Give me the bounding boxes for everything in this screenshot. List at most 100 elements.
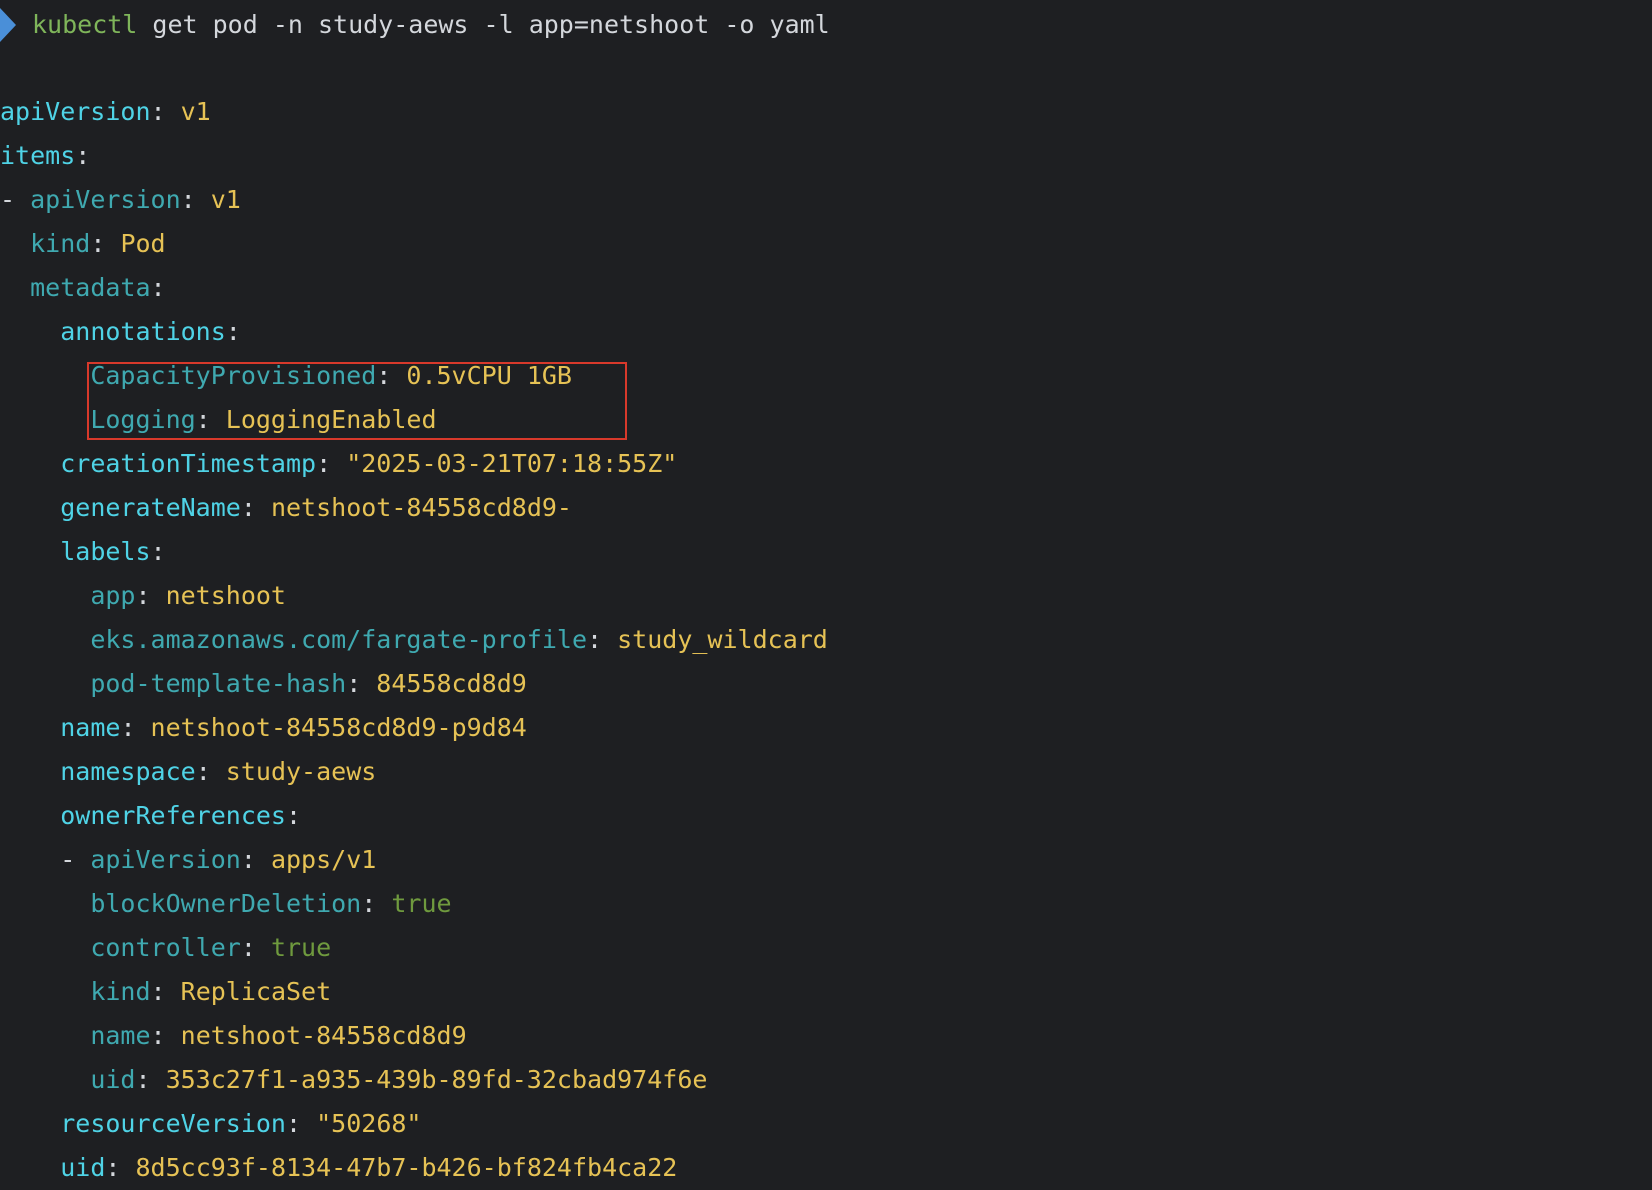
yaml-line: uid: 8d5cc93f-8134-47b7-b426-bf824fb4ca2… (0, 1146, 828, 1190)
yaml-value: netshoot-84558cd8d9- (270, 493, 572, 522)
yaml-key: eks.amazonaws.com/fargate-profile (90, 625, 588, 654)
yaml-separator: : (286, 1109, 317, 1138)
yaml-indent (0, 625, 90, 654)
yaml-separator: : (376, 361, 407, 390)
yaml-line: blockOwnerDeletion: true (0, 882, 828, 926)
yaml-separator: : (135, 1065, 166, 1094)
prompt-arrow-icon (0, 8, 16, 42)
yaml-separator: : (180, 185, 211, 214)
yaml-key: apiVersion (30, 185, 181, 214)
yaml-line: apiVersion: v1 (0, 90, 828, 134)
yaml-value: v1 (210, 185, 241, 214)
yaml-line: app: netshoot (0, 574, 828, 618)
yaml-separator: : (346, 669, 377, 698)
yaml-value: apps/v1 (270, 845, 377, 874)
yaml-key: name (90, 1021, 151, 1050)
yaml-line: labels: (0, 530, 828, 574)
yaml-key: generateName (60, 493, 241, 522)
yaml-value: netshoot (165, 581, 286, 610)
yaml-value: Pod (120, 229, 166, 258)
yaml-value: "50268" (316, 1109, 422, 1138)
yaml-separator: : (135, 581, 166, 610)
yaml-key: resourceVersion (60, 1109, 286, 1138)
yaml-indent (0, 581, 90, 610)
yaml-separator: : (240, 493, 271, 522)
yaml-key: CapacityProvisioned (90, 361, 377, 390)
yaml-list-dash: - (60, 845, 91, 874)
yaml-separator: : (120, 713, 151, 742)
yaml-separator: : (150, 1021, 181, 1050)
yaml-indent (0, 801, 60, 830)
yaml-separator: : (150, 273, 166, 302)
yaml-separator: : (150, 977, 181, 1006)
yaml-key: controller (90, 933, 241, 962)
yaml-indent (0, 669, 90, 698)
yaml-key: ownerReferences (60, 801, 286, 830)
yaml-indent (0, 229, 30, 258)
yaml-key: blockOwnerDeletion (90, 889, 362, 918)
yaml-line: generateName: netshoot-84558cd8d9- (0, 486, 828, 530)
yaml-list-dash: - (0, 185, 31, 214)
yaml-value: 8d5cc93f-8134-47b7-b426-bf824fb4ca22 (135, 1153, 678, 1182)
yaml-indent (0, 977, 90, 1006)
yaml-key: namespace (60, 757, 196, 786)
yaml-key: app (90, 581, 136, 610)
yaml-line: namespace: study-aews (0, 750, 828, 794)
yaml-separator: : (286, 801, 302, 830)
yaml-key: apiVersion (90, 845, 241, 874)
yaml-separator: : (195, 405, 226, 434)
yaml-line: kind: Pod (0, 222, 828, 266)
yaml-indent (0, 273, 30, 302)
yaml-key: items (0, 141, 76, 170)
yaml-line: uid: 353c27f1-a935-439b-89fd-32cbad974f6… (0, 1058, 828, 1102)
yaml-separator: : (195, 757, 226, 786)
yaml-separator: : (90, 229, 121, 258)
command-arguments: get pod -n study-aews -l app=netshoot -o… (137, 10, 830, 39)
yaml-key: kind (30, 229, 91, 258)
yaml-separator: : (225, 317, 241, 346)
yaml-value: true (391, 889, 452, 918)
yaml-separator: : (75, 141, 91, 170)
yaml-key: name (60, 713, 121, 742)
yaml-key: pod-template-hash (90, 669, 347, 698)
yaml-key: uid (60, 1153, 106, 1182)
yaml-key: labels (60, 537, 151, 566)
yaml-indent (0, 757, 60, 786)
yaml-indent (0, 361, 90, 390)
yaml-line: eks.amazonaws.com/fargate-profile: study… (0, 618, 828, 662)
yaml-line: controller: true (0, 926, 828, 970)
yaml-key: creationTimestamp (60, 449, 317, 478)
yaml-value: netshoot-84558cd8d9-p9d84 (150, 713, 527, 742)
yaml-key: kind (90, 977, 151, 1006)
yaml-indent (0, 933, 90, 962)
yaml-key: apiVersion (0, 97, 151, 126)
yaml-value: true (270, 933, 332, 962)
yaml-separator: : (150, 537, 166, 566)
yaml-line: annotations: (0, 310, 828, 354)
yaml-indent (0, 449, 60, 478)
yaml-value: netshoot-84558cd8d9 (180, 1021, 467, 1050)
yaml-value: v1 (180, 97, 211, 126)
yaml-separator: : (316, 449, 347, 478)
command-text: kubectl get pod -n study-aews -l app=net… (32, 0, 830, 50)
yaml-separator: : (587, 625, 618, 654)
yaml-indent (0, 845, 60, 874)
yaml-value: 0.5vCPU 1GB (406, 361, 572, 390)
yaml-output: apiVersion: v1 items: - apiVersion: v1 kin… (0, 90, 828, 1190)
yaml-value: "2025-03-21T07:18:55Z" (346, 449, 678, 478)
yaml-indent (0, 1109, 60, 1138)
yaml-indent (0, 537, 60, 566)
command-name: kubectl (32, 10, 138, 39)
yaml-key: uid (90, 1065, 136, 1094)
yaml-indent (0, 713, 60, 742)
yaml-line: Logging: LoggingEnabled (0, 398, 828, 442)
yaml-line: name: netshoot-84558cd8d9-p9d84 (0, 706, 828, 750)
yaml-indent (0, 889, 90, 918)
yaml-line: items: (0, 134, 828, 178)
yaml-value: study_wildcard (617, 625, 828, 654)
yaml-indent (0, 1065, 90, 1094)
yaml-line: ownerReferences: (0, 794, 828, 838)
yaml-value: LoggingEnabled (225, 405, 437, 434)
yaml-line: creationTimestamp: "2025-03-21T07:18:55Z… (0, 442, 828, 486)
yaml-indent (0, 405, 90, 434)
